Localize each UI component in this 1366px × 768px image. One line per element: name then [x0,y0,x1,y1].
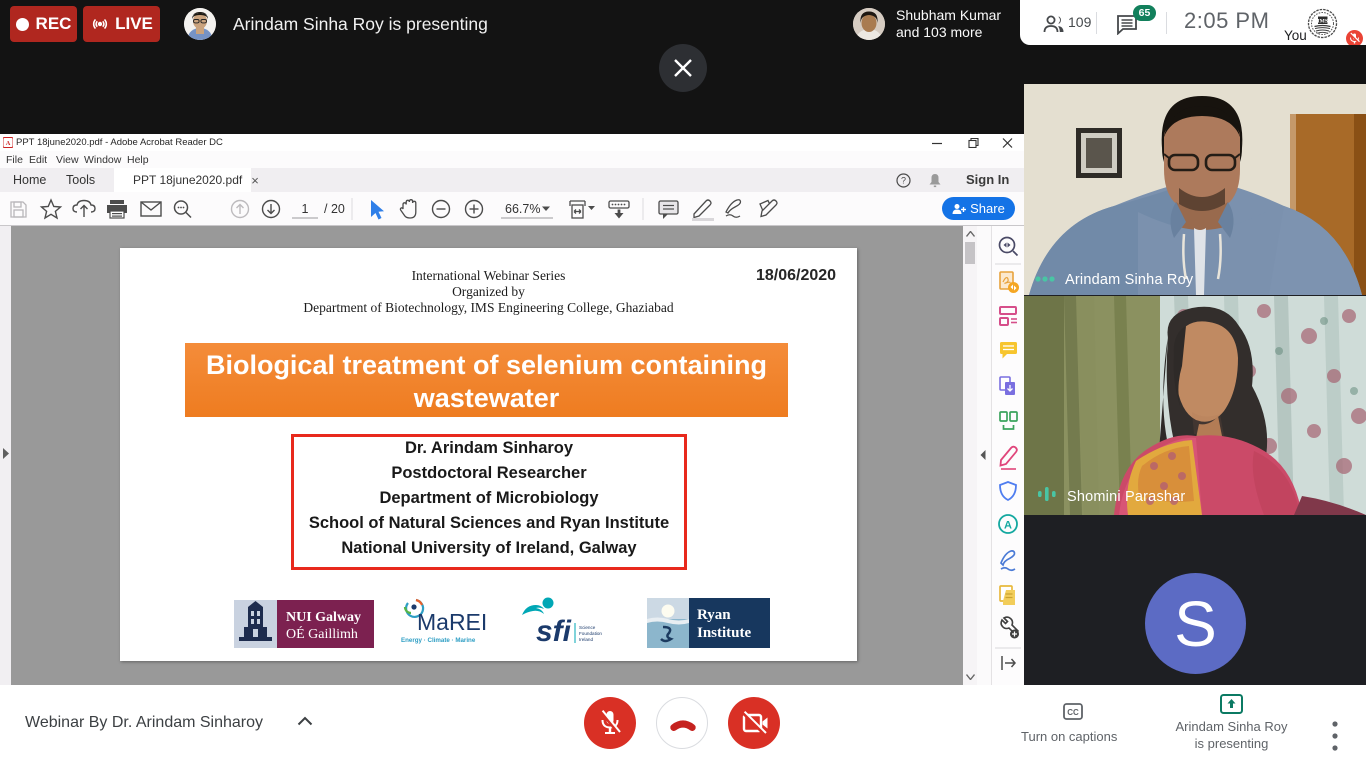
svg-text:OÉ Gaillimh: OÉ Gaillimh [286,625,358,642]
svg-text:?: ? [901,176,906,186]
svg-text:66.7%: 66.7% [505,202,540,216]
svg-text:Ryan: Ryan [697,607,731,623]
svg-text:1: 1 [302,202,309,216]
svg-text:Energy · Climate · Marine: Energy · Climate · Marine [401,637,476,644]
svg-text:CC: CC [1067,708,1079,717]
svg-text:A: A [1004,520,1012,532]
svg-text:/ 20: / 20 [324,202,345,216]
svg-text:Foundation: Foundation [579,631,602,636]
svg-text:NUI Galway: NUI Galway [286,610,361,625]
svg-text:Institute: Institute [697,625,752,641]
svg-text:IMS: IMS [1318,19,1328,25]
svg-text:Science: Science [579,625,596,630]
svg-text:sfi: sfi [536,615,572,648]
svg-text:A: A [6,140,11,147]
svg-text:Ireland: Ireland [579,637,593,642]
svg-text:MaREI: MaREI [417,609,487,635]
